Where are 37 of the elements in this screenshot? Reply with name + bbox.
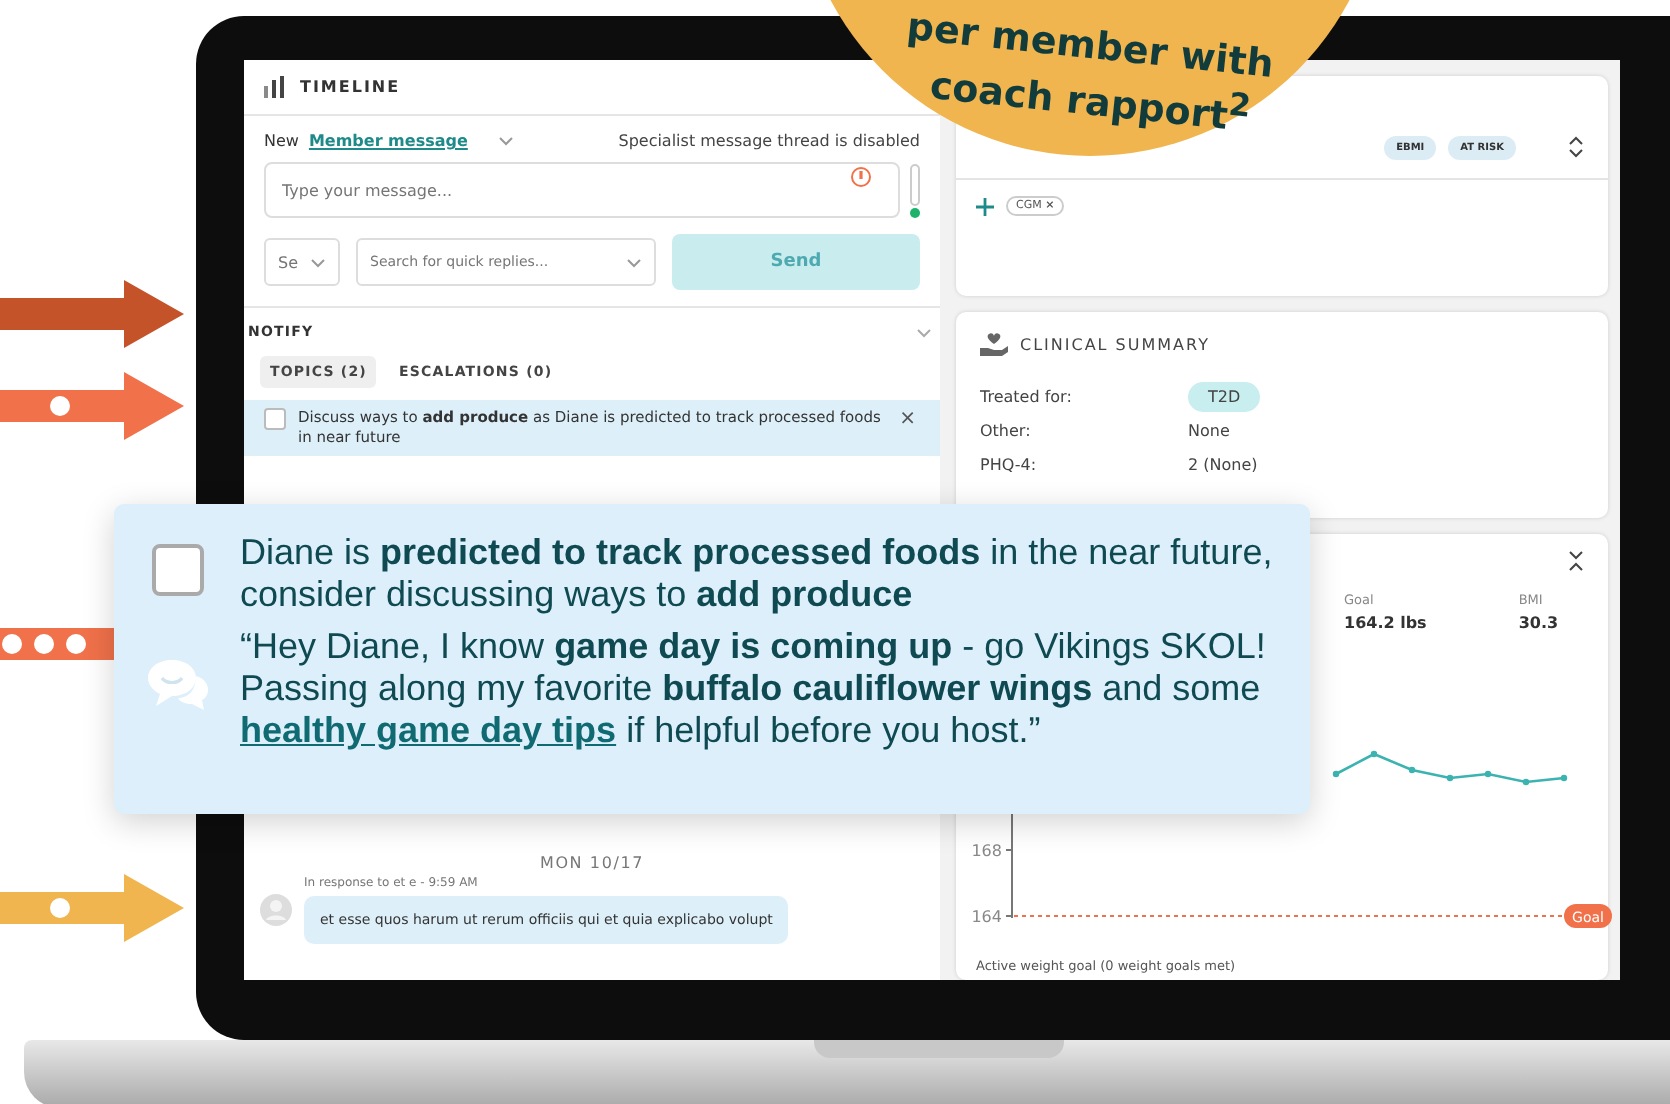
y-tick-label: 164 xyxy=(972,908,1002,926)
stat-value: 164.2 lbs xyxy=(1344,614,1427,632)
checkbox[interactable] xyxy=(264,408,286,430)
status-dot xyxy=(910,207,920,217)
close-button[interactable]: × xyxy=(895,408,920,430)
chat-bubbles-icon xyxy=(144,656,212,716)
stat-value: 30.3 xyxy=(1518,614,1559,632)
summary-label: Treated for: xyxy=(980,388,1074,406)
alert-icon xyxy=(850,166,872,188)
chevron-down-icon[interactable] xyxy=(916,327,932,337)
summary-label: Other: xyxy=(980,422,1033,440)
summary-label: PHQ-4: xyxy=(980,456,1039,474)
collapse-icon[interactable] xyxy=(1568,550,1584,572)
clinical-summary-title: CLINICAL SUMMARY xyxy=(1020,335,1210,353)
specialist-note: Specialist message thread is disabled xyxy=(618,132,920,150)
condition-chip: T2D xyxy=(1188,382,1261,412)
timeline-title: TIMELINE xyxy=(300,78,401,96)
tips-link[interactable]: healthy game day tips xyxy=(240,710,617,750)
chevron-down-icon xyxy=(626,258,642,268)
avatar-icon xyxy=(260,894,292,926)
goal-badge xyxy=(1564,904,1612,928)
summary-value: None xyxy=(1188,422,1232,440)
day-label: MON 10/17 xyxy=(538,852,646,876)
summary-value: 2 (None) xyxy=(1188,456,1260,474)
new-label: New xyxy=(264,132,299,150)
select-field[interactable]: Se xyxy=(264,238,340,286)
suggested-message: “Hey Diane, I know game day is coming up - go Vikings SKOL! Passing along my favorite buffalo cauliflower wings and some healthy game day tips if helpful before you host.” xyxy=(240,626,1268,752)
channel-link[interactable]: Member message xyxy=(308,132,468,150)
bar-chart-icon xyxy=(264,76,288,98)
heart-hand-icon xyxy=(980,332,1008,356)
checkbox[interactable] xyxy=(152,544,204,596)
message-field[interactable]: Type your message... xyxy=(264,162,900,218)
expand-icon[interactable] xyxy=(1568,136,1584,158)
y-tick-label: 168 xyxy=(972,842,1002,860)
chevron-down-icon xyxy=(310,258,326,268)
chevron-down-icon[interactable] xyxy=(497,136,514,146)
plus-icon[interactable] xyxy=(976,197,994,215)
